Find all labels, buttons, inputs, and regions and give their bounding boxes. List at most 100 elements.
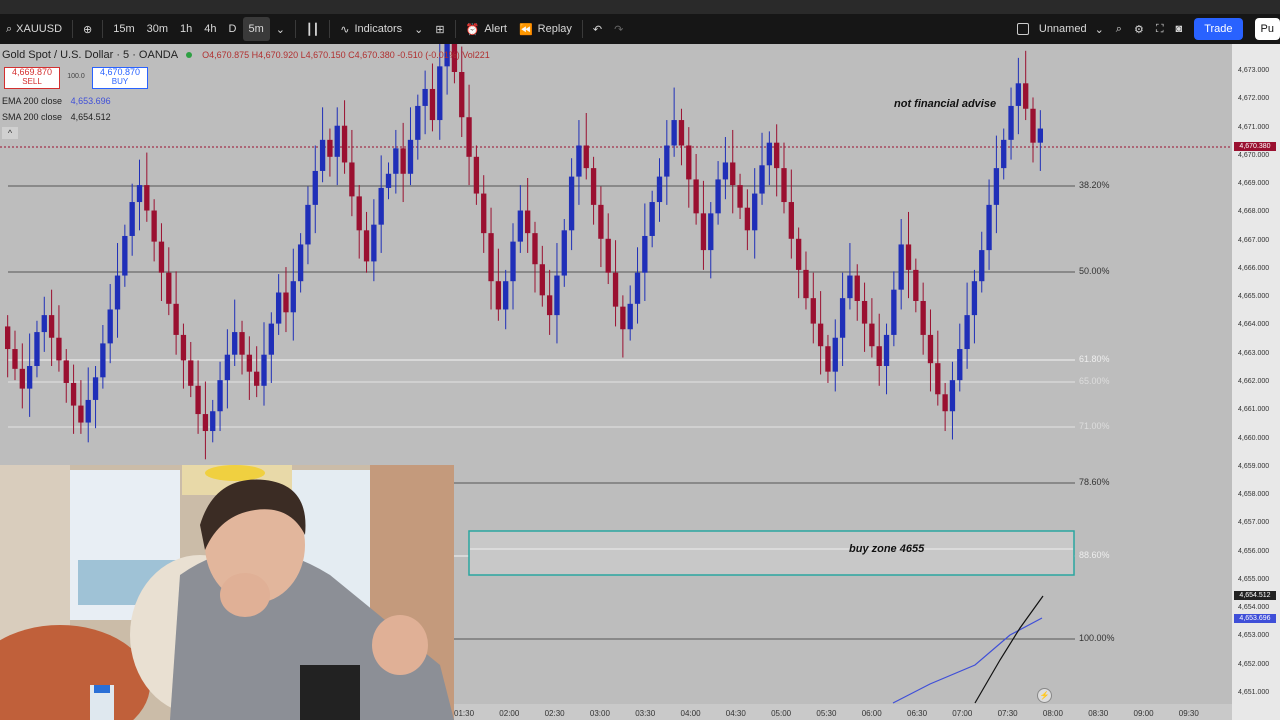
interval-1h[interactable]: 1h <box>174 17 198 41</box>
candle-body <box>63 360 69 383</box>
layout-menu[interactable]: Unnamed ⌄ <box>1011 17 1110 41</box>
candle-body <box>70 382 77 406</box>
collapse-legend-button[interactable]: ^ <box>2 127 18 139</box>
templates-button[interactable]: ⌄ <box>408 17 429 41</box>
ohlc-values: O4,670.875 H4,670.920 L4,670.150 C4,670.… <box>202 50 490 60</box>
price-tick-label: 4,662.000 <box>1238 377 1270 385</box>
candle-body <box>942 394 948 412</box>
candle-body <box>459 72 465 118</box>
candle-body <box>151 210 157 242</box>
candle-body <box>964 315 970 350</box>
time-tick-label: 03:00 <box>589 709 610 718</box>
candle-body <box>752 193 758 231</box>
interval-d[interactable]: D <box>223 17 243 41</box>
price-tick-label: 4,655.000 <box>1238 575 1270 583</box>
candles-icon: ┃┃ <box>306 23 320 36</box>
candle-body <box>774 142 780 169</box>
snapshot-button[interactable]: ◙ <box>1170 17 1189 41</box>
price-tick-label: 4,657.000 <box>1238 519 1270 527</box>
candle-body <box>305 204 311 245</box>
candle-body <box>356 196 362 231</box>
candle-body <box>166 272 172 304</box>
candle-body <box>561 230 567 276</box>
replay-button[interactable]: ⏪ Replay <box>513 17 578 41</box>
search-icon: ⌕ <box>6 22 13 35</box>
candle-body <box>488 233 494 282</box>
time-tick-label: 08:00 <box>1042 709 1063 718</box>
candle-body <box>239 332 245 355</box>
chevron-down-icon: ⌄ <box>1094 23 1104 36</box>
last-price-badge: 4,670.380 <box>1234 142 1276 151</box>
candle-body <box>913 269 919 301</box>
buy-button[interactable]: 4,670.870 BUY <box>92 67 148 89</box>
fullscreen-button[interactable]: ⛶ <box>1150 17 1170 41</box>
candle-body <box>1008 105 1014 140</box>
publish-button[interactable]: Pu <box>1254 18 1280 40</box>
trade-button[interactable]: Trade <box>1188 17 1248 41</box>
symbol-label: XAUUSD <box>16 23 63 35</box>
undo-button[interactable]: ↶ <box>587 17 608 41</box>
price-tick-label: 4,670.000 <box>1238 151 1270 159</box>
candle-body <box>283 292 289 313</box>
price-tick-label: 4,652.000 <box>1238 660 1270 668</box>
candle-body <box>210 411 216 432</box>
buy-zone-label: buy zone 4655 <box>849 543 925 555</box>
lightning-icon[interactable]: ⚡ <box>1037 688 1052 703</box>
candle-body <box>722 162 729 180</box>
candle-body <box>246 354 253 372</box>
interval-15m[interactable]: 15m <box>107 17 140 41</box>
candle-body <box>546 295 553 316</box>
candle-body <box>254 371 260 386</box>
compare-icon: ⊕ <box>83 23 93 36</box>
candle-body <box>634 272 641 304</box>
price-tick-label: 4,653.000 <box>1238 632 1270 640</box>
candle-body <box>290 281 296 313</box>
candle-body <box>217 380 223 412</box>
divider <box>102 20 104 38</box>
redo-button[interactable]: ↷ <box>608 17 629 41</box>
time-tick-label: 07:00 <box>952 709 973 718</box>
time-tick-label: 03:30 <box>635 709 656 718</box>
interval-4h[interactable]: 4h <box>198 17 222 41</box>
interval-5m[interactable]: 5m <box>242 17 270 41</box>
ema-indicator[interactable]: EMA 200 close 4,653.696 <box>2 96 111 106</box>
note-annotation[interactable]: not financial advise <box>894 98 996 110</box>
candle-body <box>437 66 443 121</box>
candle-body <box>158 241 165 273</box>
candle-body <box>876 346 882 367</box>
symbol-search[interactable]: ⌕ XAUUSD <box>0 17 68 41</box>
layouts-button[interactable]: ⊞ <box>429 17 450 41</box>
buy-price: 4,670.870 <box>99 67 141 77</box>
chevron-down-icon[interactable]: ⌄ <box>270 17 291 41</box>
sell-button[interactable]: 4,669.870 SELL <box>4 67 60 89</box>
candle-body <box>854 275 860 301</box>
sma-indicator[interactable]: SMA 200 close 4,654.512 <box>2 112 111 122</box>
ema-label: EMA 200 close <box>2 96 63 106</box>
price-tick-label: 4,671.000 <box>1238 123 1270 131</box>
candle-body <box>100 343 106 378</box>
compare-button[interactable]: ⊕ <box>77 17 98 41</box>
candle-body <box>825 346 831 372</box>
webcam-overlay <box>0 465 454 720</box>
candle-body <box>1037 128 1043 143</box>
sma-value: 4,654.512 <box>70 112 111 122</box>
quick-search-button[interactable]: ⌕ <box>1110 17 1128 41</box>
webcam-image <box>0 465 454 720</box>
interval-30m[interactable]: 30m <box>141 17 174 41</box>
candle-body <box>114 275 121 310</box>
settings-button[interactable]: ⚙ <box>1128 17 1150 41</box>
time-tick-label: 06:30 <box>907 709 928 718</box>
alert-button[interactable]: ⏰ Alert <box>460 17 513 41</box>
bid-ask-panel: 4,669.870 SELL 100.0 4,670.870 BUY <box>4 67 148 89</box>
candle-body <box>1015 83 1022 106</box>
candle-body <box>1030 108 1036 143</box>
fib-label: 50.00% <box>1079 266 1110 276</box>
time-tick-label: 07:30 <box>997 709 1018 718</box>
chart-type-button[interactable]: ┃┃ <box>300 17 325 41</box>
symbol-title[interactable]: Gold Spot / U.S. Dollar · 5 · OANDA <box>2 49 178 61</box>
candle-body <box>495 281 502 310</box>
indicators-button[interactable]: ∿ Indicators <box>334 17 408 41</box>
sell-price: 4,669.870 <box>11 67 53 77</box>
candle-body <box>883 334 890 367</box>
alert-label: Alert <box>484 23 507 35</box>
